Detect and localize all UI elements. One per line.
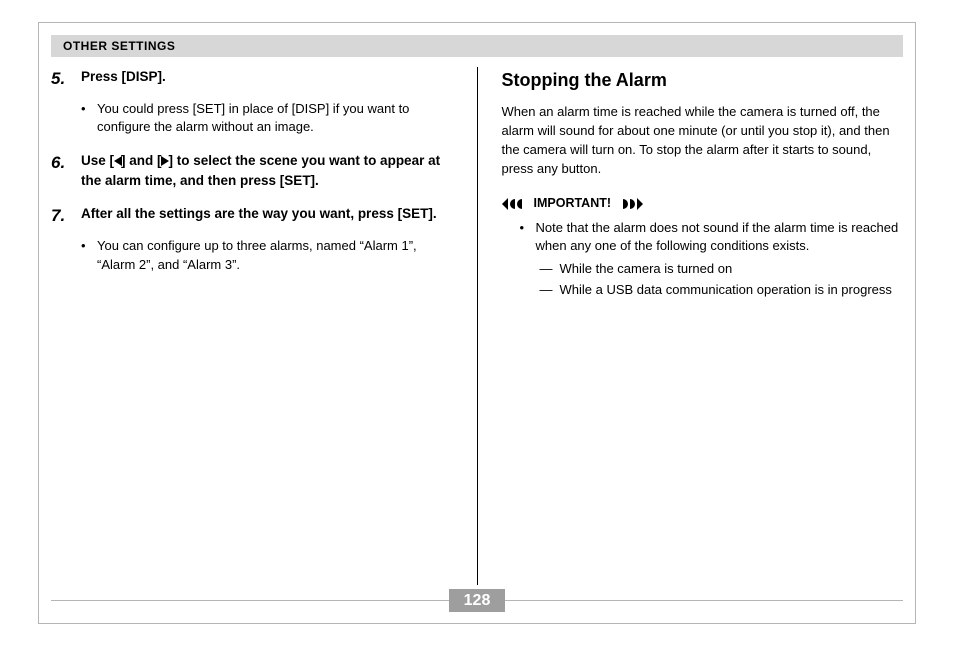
important-glyph-right-icon xyxy=(617,198,643,210)
step-text: After all the settings are the way you w… xyxy=(81,204,437,229)
step-5: 5. Press [DISP]. xyxy=(51,67,453,92)
bullet-text: Note that the alarm does not sound if th… xyxy=(536,219,904,257)
step-text: Press [DISP]. xyxy=(81,67,166,92)
important-glyph-left-icon xyxy=(502,198,528,210)
dash-row: — While the camera is turned on xyxy=(540,260,904,279)
manual-page: OTHER SETTINGS 5. Press [DISP]. • You co… xyxy=(38,22,916,624)
step-6: 6. Use [] and [] to select the scene you… xyxy=(51,151,453,190)
step-number: 5. xyxy=(51,67,81,92)
dash-icon: — xyxy=(540,260,560,279)
bullet-dot: • xyxy=(520,219,536,257)
two-column-layout: 5. Press [DISP]. • You could press [SET]… xyxy=(51,67,903,585)
step-number: 6. xyxy=(51,151,81,190)
bullet-text: You can configure up to three alarms, na… xyxy=(97,237,453,275)
step-number: 7. xyxy=(51,204,81,229)
dash-icon: — xyxy=(540,281,560,300)
important-bullets: • Note that the alarm does not sound if … xyxy=(520,219,904,300)
section-header-title: OTHER SETTINGS xyxy=(63,39,175,53)
bullet-text: You could press [SET] in place of [DISP]… xyxy=(97,100,453,138)
right-column: Stopping the Alarm When an alarm time is… xyxy=(502,67,904,585)
triangle-right-icon xyxy=(161,156,169,166)
step-text: Use [] and [] to select the scene you wa… xyxy=(81,151,453,190)
bullet-row: • Note that the alarm does not sound if … xyxy=(520,219,904,257)
step-7-sub: • You can configure up to three alarms, … xyxy=(81,237,453,275)
important-label: IMPORTANT! xyxy=(534,194,612,212)
section-heading: Stopping the Alarm xyxy=(502,67,904,93)
page-number: 128 xyxy=(449,589,505,612)
important-callout: IMPORTANT! xyxy=(502,194,904,212)
bullet-row: • You could press [SET] in place of [DIS… xyxy=(81,100,453,138)
step-5-sub: • You could press [SET] in place of [DIS… xyxy=(81,100,453,138)
bullet-dot: • xyxy=(81,237,97,275)
dash-text: While the camera is turned on xyxy=(560,260,733,279)
bullet-dot: • xyxy=(81,100,97,138)
intro-paragraph: When an alarm time is reached while the … xyxy=(502,103,904,178)
left-column: 5. Press [DISP]. • You could press [SET]… xyxy=(51,67,453,585)
dash-text: While a USB data communication operation… xyxy=(560,281,892,300)
step-7: 7. After all the settings are the way yo… xyxy=(51,204,453,229)
dash-row: — While a USB data communication operati… xyxy=(540,281,904,300)
step6-pre: Use [ xyxy=(81,153,114,168)
section-header-bar: OTHER SETTINGS xyxy=(51,35,903,57)
bullet-row: • You can configure up to three alarms, … xyxy=(81,237,453,275)
step6-mid: ] and [ xyxy=(121,153,162,168)
column-divider xyxy=(477,67,478,585)
dash-list: — While the camera is turned on — While … xyxy=(540,260,904,300)
